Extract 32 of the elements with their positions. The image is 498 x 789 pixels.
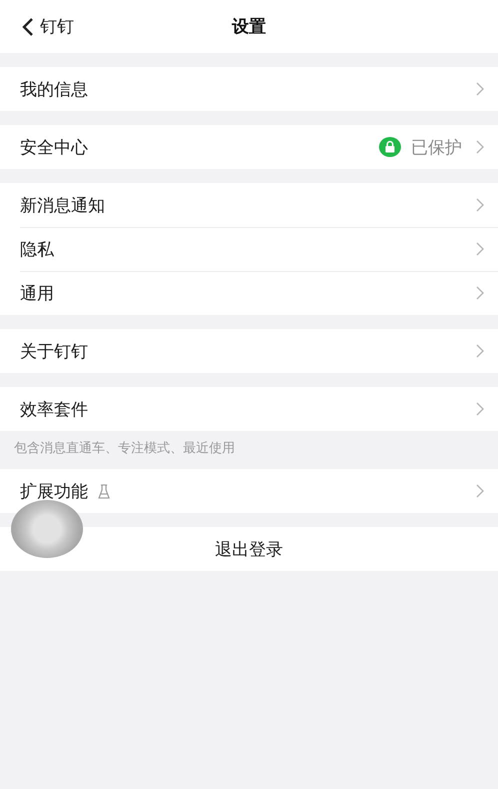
settings-row[interactable]: 扩展功能 (0, 469, 498, 513)
settings-row[interactable]: 效率套件 (0, 387, 498, 431)
chevron-icon (476, 242, 484, 256)
settings-row[interactable]: 安全中心 已保护 (0, 125, 498, 169)
chevron-icon (476, 484, 484, 498)
settings-row[interactable]: 通用 (0, 271, 498, 315)
back-icon (22, 16, 34, 36)
row-label: 通用 (20, 282, 54, 304)
lock-icon (379, 137, 401, 157)
flask-icon (98, 484, 110, 498)
section-footnote: 包含消息直通车、专注模式、最近使用 (13, 440, 236, 458)
chevron-icon (476, 344, 484, 358)
row-label: 扩展功能 (20, 480, 88, 502)
chevron-icon (476, 198, 484, 212)
settings-row[interactable]: 我的信息 (0, 67, 498, 111)
settings-row[interactable]: 关于钉钉 (0, 329, 498, 373)
settings-row[interactable]: 新消息通知 (0, 183, 498, 227)
settings-row[interactable]: 隐私 (0, 227, 498, 271)
row-label: 关于钉钉 (20, 340, 88, 362)
chevron-icon (476, 402, 484, 416)
page-title: 设置 (232, 16, 266, 38)
chevron-icon (476, 286, 484, 300)
logout-button[interactable]: 退出登录 (0, 527, 498, 571)
back-button[interactable]: 钉钉 (22, 15, 74, 38)
row-label: 安全中心 (20, 136, 88, 158)
row-label: 我的信息 (20, 78, 88, 100)
row-label: 效率套件 (20, 398, 88, 420)
row-label: 新消息通知 (20, 194, 105, 216)
row-label: 隐私 (20, 238, 54, 260)
chevron-icon (476, 140, 484, 154)
status-text: 已保护 (411, 136, 462, 158)
chevron-icon (476, 82, 484, 96)
